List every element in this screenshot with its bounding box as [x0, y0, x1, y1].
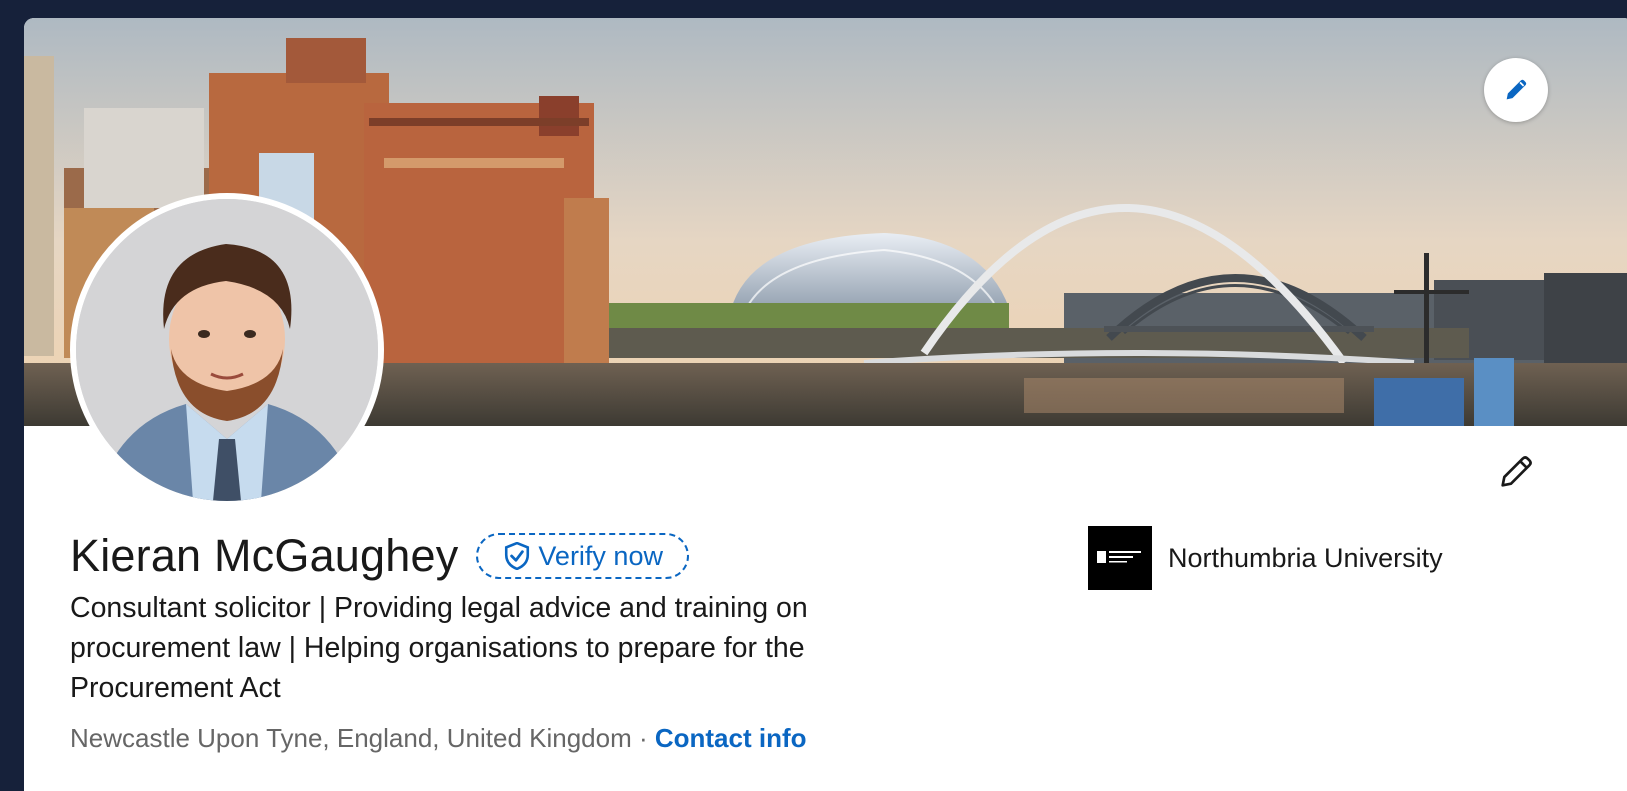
contact-info-link[interactable]: Contact info	[655, 723, 807, 753]
verify-now-button[interactable]: Verify now	[476, 533, 689, 579]
location-row: Newcastle Upon Tyne, England, United Kin…	[70, 723, 807, 754]
profile-card: Kieran McGaughey Verify now Consultant s…	[24, 18, 1627, 791]
edit-intro-button[interactable]	[1492, 448, 1540, 496]
university-name: Northumbria University	[1168, 542, 1443, 573]
university-logo	[1088, 526, 1152, 590]
verify-label: Verify now	[538, 540, 663, 571]
pencil-icon	[1506, 79, 1527, 100]
profile-location: Newcastle Upon Tyne, England, United Kin…	[70, 723, 632, 753]
profile-headline: Consultant solicitor | Providing legal a…	[70, 592, 808, 704]
location-separator: ·	[631, 723, 655, 753]
name-row: Kieran McGaughey Verify now	[70, 530, 689, 582]
pencil-icon	[1501, 456, 1532, 487]
profile-name: Kieran McGaughey	[70, 530, 459, 581]
profile-photo[interactable]	[70, 193, 384, 507]
edit-banner-button[interactable]	[1484, 58, 1548, 122]
shield-check-icon	[505, 542, 530, 570]
education-entry[interactable]: Northumbria University	[1088, 526, 1443, 590]
